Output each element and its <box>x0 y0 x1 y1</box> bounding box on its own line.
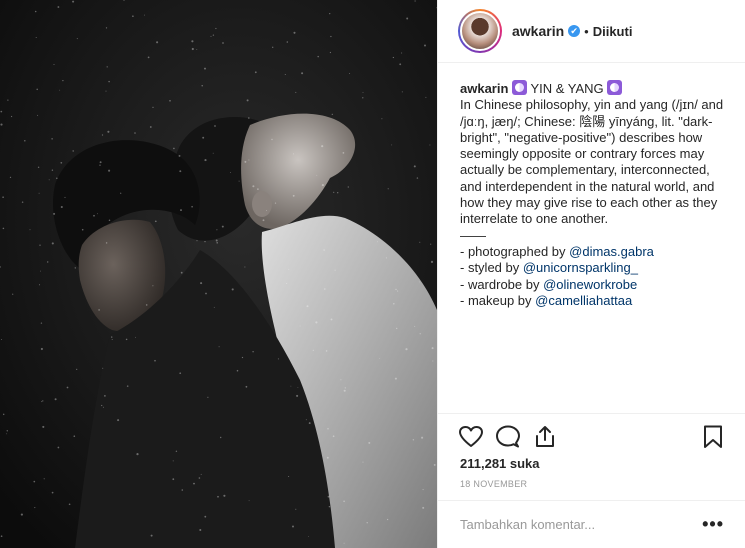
photo-illustration <box>0 0 437 548</box>
avatar[interactable] <box>460 11 500 51</box>
yin-yang-emoji-icon <box>512 80 528 95</box>
more-options-button[interactable]: ••• <box>702 514 724 535</box>
separator-dot: • <box>584 23 589 39</box>
caption-divider: —— <box>460 227 486 243</box>
credit-label: - makeup by <box>460 292 536 308</box>
yin-yang-emoji-icon <box>607 80 623 95</box>
caption: awkarin YIN & YANG In Chinese philosophy… <box>460 80 732 309</box>
comment-bar: ••• <box>438 500 745 548</box>
caption-line: how they may give rise to each other as … <box>460 195 718 211</box>
instagram-post: awkarin ✔ • Diikuti awkarin YIN & YANG I… <box>0 0 745 548</box>
avatar-ring[interactable] <box>458 9 502 53</box>
bookmark-icon[interactable] <box>700 424 726 450</box>
comment-input[interactable] <box>460 517 680 532</box>
share-icon[interactable] <box>532 424 558 450</box>
caption-username[interactable]: awkarin <box>460 81 508 96</box>
credit-label: - photographed by <box>460 243 570 259</box>
post-header: awkarin ✔ • Diikuti <box>438 0 745 63</box>
post-sidebar: awkarin ✔ • Diikuti awkarin YIN & YANG I… <box>437 0 745 548</box>
credit-line: - makeup by @camelliahattaa <box>460 293 732 309</box>
mention-link[interactable]: @olineworkrobe <box>543 277 637 292</box>
caption-line: /jɑːŋ, jæŋ/; Chinese: 陰陽 yīnyáng, lit. "… <box>460 113 713 129</box>
action-icons <box>458 424 728 450</box>
caption-line: and interdependent in the natural world,… <box>460 178 715 194</box>
caption-line: interrelate to one another. <box>460 211 609 227</box>
credit-label: - wardrobe by <box>460 276 544 292</box>
mention-link[interactable]: @dimas.gabra <box>569 244 654 259</box>
follow-status-button[interactable]: Diikuti <box>593 24 633 39</box>
likes-count[interactable]: 211,281 suka <box>460 456 540 471</box>
verified-badge-icon: ✔ <box>568 25 581 37</box>
caption-title: YIN & YANG <box>530 81 604 96</box>
post-photo[interactable] <box>0 0 437 548</box>
caption-title-line: awkarin YIN & YANG <box>460 80 732 97</box>
credit-line: - photographed by @dimas.gabra <box>460 244 732 260</box>
credit-line: - styled by @unicornsparkling_ <box>460 260 732 276</box>
caption-line: seemingly opposite or contrary forces ma… <box>460 146 705 162</box>
heart-icon[interactable] <box>458 424 484 450</box>
actions-divider <box>438 413 745 414</box>
caption-line: actually be complementary, interconnecte… <box>460 162 710 178</box>
post-date[interactable]: 18 NOVEMBER <box>460 479 527 489</box>
mention-link[interactable]: @unicornsparkling_ <box>523 260 638 275</box>
username-link[interactable]: awkarin <box>512 23 564 39</box>
comment-icon[interactable] <box>495 424 521 450</box>
mention-link[interactable]: @camelliahattaa <box>535 293 632 308</box>
credit-line: - wardrobe by @olineworkrobe <box>460 277 732 293</box>
caption-line: In Chinese philosophy, yin and yang (/jɪ… <box>460 97 724 113</box>
credit-label: - styled by <box>460 260 523 276</box>
caption-line: bright", "negative-positive") describes … <box>460 129 703 145</box>
